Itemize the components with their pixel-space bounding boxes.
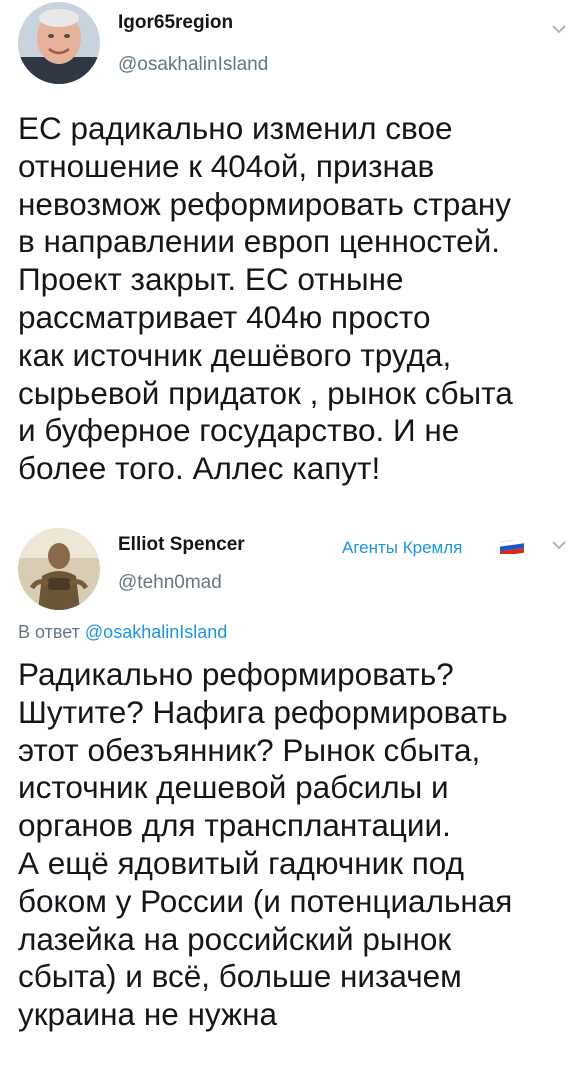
label-badge[interactable]: Агенты Кремля: [342, 538, 462, 558]
chevron-down-icon[interactable]: [550, 536, 568, 554]
reply-context: В ответ @osakhalinIsland: [18, 622, 227, 643]
author-name[interactable]: Igor65region: [118, 12, 233, 34]
tweet-text: Радикально реформировать? Шутите? Нафига…: [18, 656, 513, 1033]
tweet-text: ЕС радикально изменил свое отношение к 4…: [18, 110, 513, 487]
user-avatar-photo: [18, 528, 100, 610]
author-name[interactable]: Elliot Spencer: [118, 534, 245, 556]
reply-to-link[interactable]: @osakhalinIsland: [85, 622, 227, 642]
user-avatar-photo: [18, 2, 100, 84]
chevron-down-icon[interactable]: [550, 20, 568, 38]
author-handle[interactable]: @tehn0mad: [118, 572, 222, 594]
russian-flag-icon: [500, 540, 524, 554]
avatar[interactable]: [18, 2, 100, 84]
avatar[interactable]: [18, 528, 100, 610]
reply-prefix: В ответ: [18, 622, 80, 642]
tweet-2: Elliot Spencer @tehn0mad Агенты Кремля В…: [0, 520, 586, 1080]
author-handle[interactable]: @osakhalinIsland: [118, 54, 268, 76]
tweet-1: Igor65region @osakhalinIsland ЕС радикал…: [0, 0, 586, 520]
